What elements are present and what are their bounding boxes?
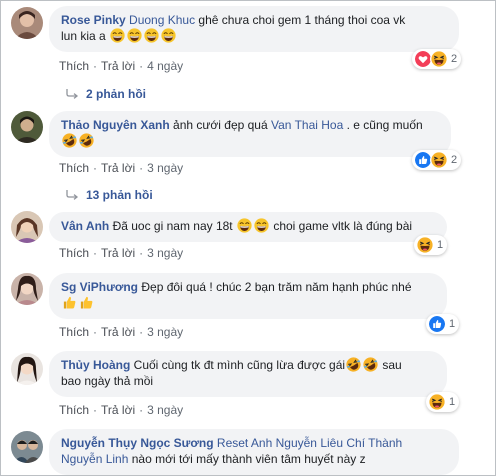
reaction-count: 2 (451, 154, 458, 166)
comment-thread: Rose Pinky Duong Khuc ghê chưa choi gem … (0, 0, 496, 476)
comment-text: ảnh cưới đẹp quá (169, 118, 271, 132)
haha-emoji-icon (110, 28, 125, 43)
avatar[interactable] (11, 211, 43, 243)
mention-link[interactable]: Duong Khuc (129, 13, 195, 27)
haha-reaction-icon (430, 151, 448, 169)
reaction-count: 1 (437, 239, 444, 251)
replies-count: 13 phản hồi (86, 188, 153, 202)
comment-bubble: Sg ViPhương Đẹp đôi quá ! chúc 2 bạn tră… (49, 273, 447, 319)
rofl-emoji-icon (363, 357, 378, 372)
mention-link[interactable]: Nguyễn Linh (61, 452, 128, 466)
timestamp[interactable]: 3 ngày (147, 325, 183, 339)
comment-text: bao ngày thả mồi (61, 374, 154, 388)
reply-link[interactable]: Trả lời (101, 59, 135, 73)
reply-link[interactable]: Trả lời (101, 403, 135, 417)
comment-actions: Thích · Trả lời · 3 ngày (59, 403, 184, 417)
comment-author[interactable]: Vân Anh (61, 219, 109, 233)
avatar[interactable] (11, 7, 43, 39)
thumbs-up-emoji-icon (62, 295, 77, 310)
rofl-emoji-icon (79, 133, 94, 148)
haha-reaction-icon (430, 50, 448, 68)
comment-text: Đẹp đôi quá ! chúc 2 bạn trăm năm hạnh p… (138, 280, 412, 294)
timestamp[interactable]: 4 ngày (147, 59, 183, 73)
timestamp[interactable]: 3 ngày (147, 246, 183, 260)
reply-link[interactable]: Trả lời (101, 325, 135, 339)
haha-emoji-icon (254, 218, 269, 233)
reaction-summary[interactable]: 1 (414, 235, 448, 255)
haha-emoji-icon (127, 28, 142, 43)
reply-link[interactable]: Trả lời (101, 161, 135, 175)
comment-text: . e cũng muốn (343, 118, 423, 132)
reaction-summary[interactable]: 1 (426, 392, 460, 412)
timestamp[interactable]: 3 ngày (147, 403, 183, 417)
mention-link[interactable]: Liêu Chí Thành (320, 436, 402, 450)
reaction-summary[interactable]: 1 (426, 314, 460, 334)
like-link[interactable]: Thích (59, 246, 89, 260)
comment-text: Cuối cùng tk đt mình cũng lừa được gái (130, 358, 346, 372)
like-reaction-icon (428, 315, 446, 333)
like-link[interactable]: Thích (59, 59, 89, 73)
comment-author[interactable]: Sg ViPhương (61, 280, 138, 294)
replies-count: 2 phản hồi (86, 87, 146, 101)
like-link[interactable]: Thích (59, 325, 89, 339)
comment-bubble: Rose Pinky Duong Khuc ghê chưa choi gem … (49, 6, 459, 52)
rofl-emoji-icon (346, 357, 361, 372)
haha-emoji-icon (144, 28, 159, 43)
comment-actions: Thích · Trả lời · 3 ngày (59, 246, 184, 260)
haha-reaction-icon (416, 236, 434, 254)
timestamp[interactable]: 3 ngày (147, 161, 183, 175)
comment-bubble: Vân Anh Đã uoc gi nam nay 18t choi game … (49, 212, 447, 242)
thumbs-up-emoji-icon (79, 295, 94, 310)
comment-author[interactable]: Rose Pinky (61, 13, 126, 27)
avatar[interactable] (11, 353, 43, 385)
reaction-count: 1 (449, 396, 456, 408)
avatar[interactable] (11, 431, 43, 463)
rofl-emoji-icon (62, 133, 77, 148)
comment-text: lun kia a (61, 29, 110, 43)
reply-link[interactable]: Trả lời (101, 246, 135, 260)
avatar[interactable] (11, 273, 43, 305)
comment-actions: Thích · Trả lời · 3 ngày (59, 161, 184, 175)
haha-emoji-icon (237, 218, 252, 233)
like-link[interactable]: Thích (59, 161, 89, 175)
reaction-count: 1 (449, 318, 456, 330)
view-replies-link[interactable]: 2 phản hồi (65, 87, 146, 101)
mention-link[interactable]: Van Thai Hoa (271, 118, 343, 132)
comment-bubble: Nguyễn Thụy Ngọc Sương Reset Anh Nguyễn … (49, 429, 459, 475)
reaction-summary[interactable]: 2 (412, 49, 462, 69)
comment-bubble: Thủy Hoàng Cuối cùng tk đt mình cũng lừa… (49, 351, 447, 397)
comment-text: sau (379, 358, 402, 372)
comment-text: choi game vltk là đúng bài (269, 219, 413, 233)
reply-arrow-icon (65, 190, 79, 200)
comment-text: ghê chưa choi gem 1 tháng thoi coa vk (195, 13, 406, 27)
comment-bubble: Thảo Nguyên Xanh ảnh cưới đẹp quá Van Th… (49, 111, 451, 157)
like-link[interactable]: Thích (59, 403, 89, 417)
reaction-summary[interactable]: 2 (412, 150, 462, 170)
comment-author[interactable]: Nguyễn Thụy Ngọc Sương (61, 436, 214, 450)
comment-text: Đã uoc gi nam nay 18t (109, 219, 236, 233)
haha-reaction-icon (428, 393, 446, 411)
comment-text: nào mới tới mấy thành viên tâm huyết này… (128, 452, 366, 466)
mention-link[interactable]: Reset Anh Nguyễn (217, 436, 317, 450)
avatar[interactable] (11, 111, 43, 143)
reply-arrow-icon (65, 89, 79, 99)
comment-author[interactable]: Thảo Nguyên Xanh (61, 118, 170, 132)
comment-author[interactable]: Thủy Hoàng (61, 358, 130, 372)
view-replies-link[interactable]: 13 phản hồi (65, 188, 153, 202)
reaction-count: 2 (451, 53, 458, 65)
comment-actions: Thích · Trả lời · 3 ngày (59, 325, 184, 339)
comment-actions: Thích · Trả lời · 4 ngày (59, 59, 184, 73)
haha-emoji-icon (161, 28, 176, 43)
